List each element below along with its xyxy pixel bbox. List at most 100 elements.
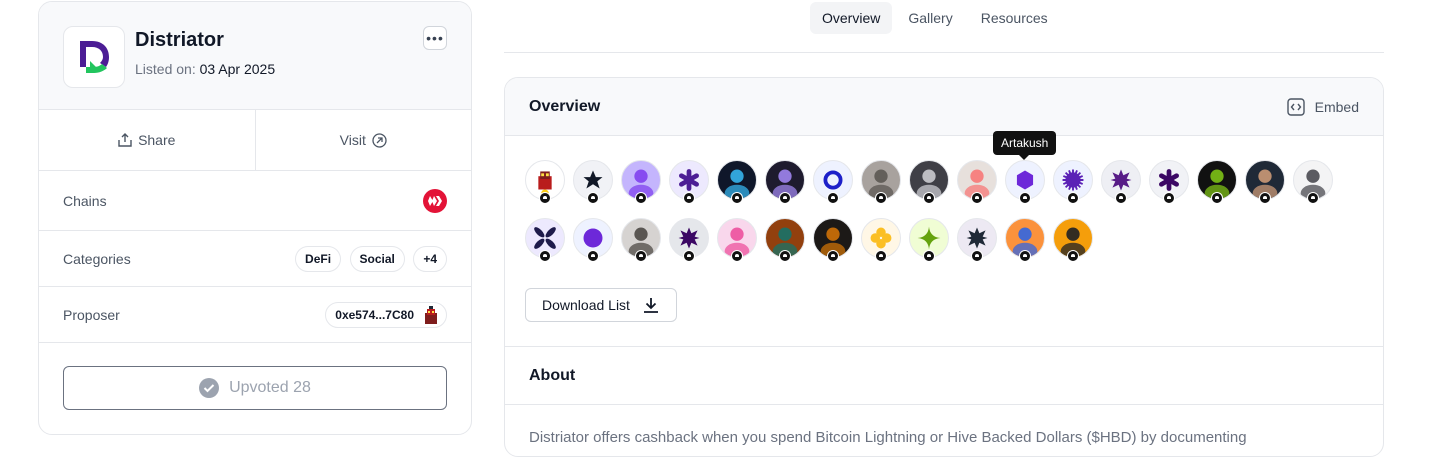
voter-avatar[interactable]	[1005, 160, 1045, 204]
upvote-badge-icon	[971, 192, 983, 204]
upvote-badge-icon	[827, 250, 839, 262]
voter-avatar[interactable]	[621, 218, 661, 262]
voter-avatar[interactable]	[1101, 160, 1141, 204]
upvote-badge-icon	[539, 192, 551, 204]
visit-button[interactable]: Visit	[254, 110, 472, 170]
proposer-address: 0xe574...7C80	[335, 307, 414, 322]
listed-label: Listed on:	[135, 61, 196, 77]
action-bar: Share Visit	[39, 110, 471, 171]
project-header: Distriator Listed on: 03 Apr 2025 •••	[39, 2, 471, 110]
voters-section: Artakush Download List	[505, 131, 1383, 347]
overview-header: Overview Embed	[505, 78, 1383, 136]
share-button[interactable]: Share	[39, 110, 255, 170]
hive-icon[interactable]	[423, 188, 447, 213]
upvote-label: Upvoted 28	[229, 379, 311, 396]
upvote-badge-icon	[587, 192, 599, 204]
upvote-badge-icon	[923, 192, 935, 204]
upvote-badge-icon	[1307, 192, 1319, 204]
listed-date: Listed on: 03 Apr 2025	[135, 61, 275, 77]
voter-avatar[interactable]	[1005, 218, 1045, 262]
voter-avatar[interactable]	[1149, 160, 1189, 204]
voter-avatar[interactable]	[861, 160, 901, 204]
upvote-badge-icon	[779, 192, 791, 204]
code-icon	[1286, 97, 1305, 116]
categories-label: Categories	[63, 250, 131, 267]
tab-overview[interactable]: Overview	[810, 2, 893, 34]
tab-gallery[interactable]: Gallery	[896, 2, 964, 34]
voter-avatar[interactable]	[1245, 160, 1285, 204]
voter-avatar[interactable]	[909, 218, 949, 262]
category-chip[interactable]: Social	[349, 245, 405, 272]
category-chips: DeFi Social +4	[291, 245, 447, 272]
upvote-badge-icon	[1259, 192, 1271, 204]
upvote-badge-icon	[1163, 192, 1175, 204]
voter-avatar[interactable]	[717, 160, 757, 204]
proposer-label: Proposer	[63, 306, 120, 323]
upvote-badge-icon	[1067, 250, 1079, 262]
download-list-button[interactable]: Download List	[525, 288, 677, 322]
upvote-badge-icon	[827, 192, 839, 204]
category-chip[interactable]: DeFi	[295, 245, 342, 272]
about-header: About	[505, 347, 1383, 405]
chains-label: Chains	[63, 192, 107, 209]
visit-label: Visit	[339, 132, 366, 148]
project-card: Distriator Listed on: 03 Apr 2025 ••• Sh…	[38, 1, 472, 435]
overview-card: Overview Embed Artakush Download List Ab…	[504, 77, 1384, 457]
upvote-badge-icon	[731, 192, 743, 204]
upvote-badge-icon	[635, 192, 647, 204]
voter-avatar[interactable]	[573, 218, 613, 262]
upvote-badge-icon	[587, 250, 599, 262]
voter-avatar[interactable]	[669, 218, 709, 262]
voter-avatar[interactable]	[1053, 218, 1093, 262]
proposer-chip[interactable]: 0xe574...7C80	[325, 301, 447, 328]
voter-avatar[interactable]	[957, 218, 997, 262]
voter-avatar[interactable]	[573, 160, 613, 204]
project-logo	[63, 26, 125, 88]
voter-avatar[interactable]	[525, 160, 565, 204]
voter-avatar[interactable]	[1293, 160, 1333, 204]
voter-avatar[interactable]	[765, 218, 805, 262]
upvote-badge-icon	[1067, 192, 1079, 204]
upvote-badge-icon	[875, 192, 887, 204]
tab-bar: Overview Gallery Resources	[810, 2, 1060, 34]
voter-avatar[interactable]	[813, 218, 853, 262]
share-icon	[118, 133, 132, 147]
voter-avatar[interactable]	[765, 160, 805, 204]
check-circle-icon	[199, 378, 220, 398]
embed-button[interactable]: Embed	[1286, 97, 1359, 116]
embed-label: Embed	[1314, 98, 1359, 115]
voter-avatar[interactable]	[717, 218, 757, 262]
download-icon	[643, 298, 658, 313]
voter-avatar[interactable]	[909, 160, 949, 204]
voter-avatar[interactable]	[1197, 160, 1237, 204]
overview-title: Overview	[529, 97, 601, 115]
upvote-badge-icon	[539, 250, 551, 262]
upvote-badge-icon	[1211, 192, 1223, 204]
upvote-badge-icon	[971, 250, 983, 262]
proposer-row: Proposer 0xe574...7C80	[39, 287, 471, 343]
upvote-button[interactable]: Upvoted 28	[63, 366, 447, 410]
tab-resources[interactable]: Resources	[969, 2, 1060, 34]
about-title: About	[529, 366, 576, 384]
voter-grid	[525, 160, 1365, 262]
external-link-icon	[372, 132, 387, 148]
more-options-icon[interactable]: •••	[423, 26, 447, 50]
about-text: Distriator offers cashback when you spen…	[529, 429, 1247, 446]
voter-avatar[interactable]	[861, 218, 901, 262]
listed-date-value: 03 Apr 2025	[199, 61, 276, 77]
chains-row: Chains	[39, 171, 471, 231]
upvote-badge-icon	[683, 192, 695, 204]
voter-avatar[interactable]	[525, 218, 565, 262]
upvote-badge-icon	[779, 250, 791, 262]
voter-avatar[interactable]	[957, 160, 997, 204]
upvote-badge-icon	[635, 250, 647, 262]
voter-avatar[interactable]	[669, 160, 709, 204]
upvote-badge-icon	[923, 250, 935, 262]
upvote-badge-icon	[1019, 250, 1031, 262]
voter-avatar[interactable]	[621, 160, 661, 204]
voter-avatar[interactable]	[1053, 160, 1093, 204]
avatar	[425, 305, 437, 324]
upvote-badge-icon	[683, 250, 695, 262]
voter-avatar[interactable]	[813, 160, 853, 204]
category-more-chip[interactable]: +4	[413, 245, 447, 272]
